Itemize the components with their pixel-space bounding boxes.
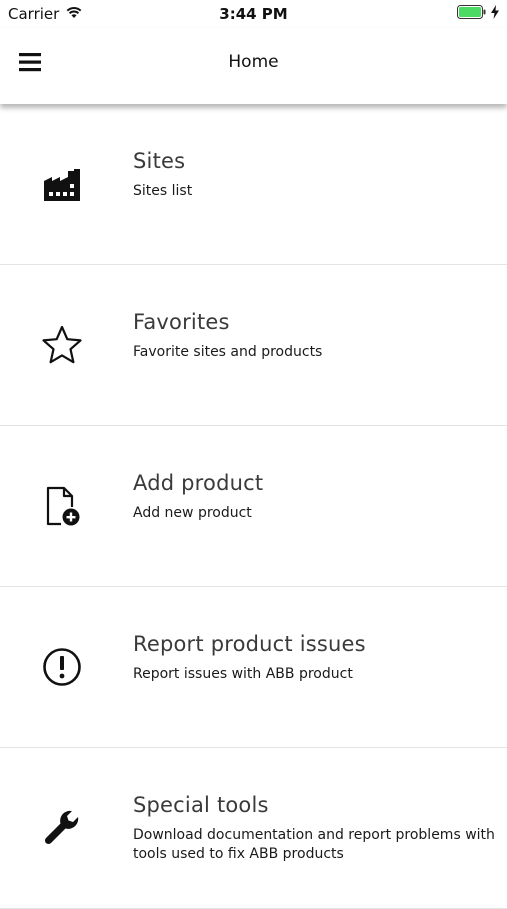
add-document-icon — [40, 484, 84, 528]
clock: 3:44 PM — [219, 5, 288, 23]
menu-item-text: Favorites Favorite sites and products — [133, 309, 497, 362]
menu-item-favorites[interactable]: Favorites Favorite sites and products — [0, 265, 507, 426]
menu-item-sites[interactable]: Sites Sites list — [0, 104, 507, 265]
menu-item-add-product[interactable]: Add product Add new product — [0, 426, 507, 587]
status-bar: Carrier 3:44 PM — [0, 0, 507, 28]
menu-item-subtitle: Add new product — [133, 505, 252, 521]
menu-item-text: Special tools Download documentation and… — [133, 792, 497, 864]
factory-icon — [40, 162, 84, 206]
app-header: Home — [0, 28, 507, 104]
page-title: Home — [228, 52, 279, 72]
charging-bolt-icon — [491, 5, 499, 23]
status-right — [457, 5, 499, 23]
menu-item-title: Favorites — [133, 310, 230, 334]
menu-item-subtitle: Favorite sites and products — [133, 344, 323, 360]
menu-item-title: Special tools — [133, 793, 269, 817]
battery-icon — [457, 5, 487, 23]
menu-item-text: Sites Sites list — [133, 148, 497, 201]
menu-item-special-tools[interactable]: Special tools Download documentation and… — [0, 748, 507, 909]
menu-item-subtitle: Report issues with ABB product — [133, 666, 353, 682]
menu-item-title: Add product — [133, 471, 264, 495]
menu-item-report-product-issues[interactable]: Report product issues Report issues with… — [0, 587, 507, 748]
menu-item-title: Report product issues — [133, 632, 366, 656]
menu-item-text: Report product issues Report issues with… — [133, 631, 497, 684]
exclamation-circle-icon — [40, 645, 84, 689]
menu-item-title: Sites — [133, 149, 186, 173]
star-icon — [40, 323, 84, 367]
menu-item-subtitle: Sites list — [133, 183, 193, 199]
menu-item-text: Add product Add new product — [133, 470, 497, 523]
menu-item-subtitle: Download documentation and report proble… — [133, 827, 495, 862]
wrench-icon — [40, 806, 84, 850]
home-menu-list: Sites Sites list Favorites Favorite site… — [0, 104, 507, 909]
